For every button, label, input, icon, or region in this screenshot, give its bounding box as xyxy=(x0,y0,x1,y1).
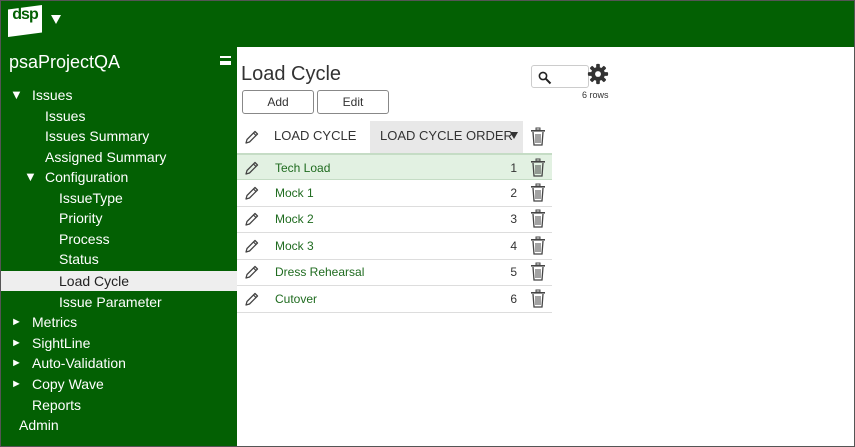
table-row[interactable]: Cutover 6 xyxy=(237,286,552,313)
table-row[interactable]: Tech Load 1 xyxy=(237,153,552,180)
sidebar-item-label: IssueType xyxy=(59,190,123,206)
expand-right-icon: ► xyxy=(11,357,22,369)
pencil-icon xyxy=(245,130,259,144)
sidebar-item-label: Reports xyxy=(32,397,82,413)
edit-button[interactable]: Edit xyxy=(317,90,389,114)
expand-right-icon: ► xyxy=(11,316,22,328)
sidebar-item-label: Auto-Validation xyxy=(32,355,126,371)
pencil-icon[interactable] xyxy=(244,291,260,307)
sidebar-item-label: Admin xyxy=(19,417,59,433)
sidebar-item-status[interactable]: Status xyxy=(1,249,237,269)
main-content: Load Cycle Add Edit 6 rows LOAD CYCLE LO… xyxy=(237,47,854,446)
sidebar-item-process[interactable]: Process xyxy=(1,229,237,249)
sidebar-item-label: Copy Wave xyxy=(32,376,104,392)
app-window: dsp psaProjectQA ▼ Issues Issues Issues … xyxy=(0,0,855,447)
trash-icon[interactable] xyxy=(530,158,546,177)
trash-icon[interactable] xyxy=(530,289,546,308)
hamburger-menu-icon[interactable] xyxy=(220,56,231,65)
sidebar-item-load-cycle[interactable]: Load Cycle xyxy=(1,271,237,291)
trash-icon[interactable] xyxy=(530,127,546,146)
table-row[interactable]: Mock 1 2 xyxy=(237,180,552,207)
add-button[interactable]: Add xyxy=(242,90,314,114)
pencil-icon[interactable] xyxy=(244,264,260,280)
load-cycle-name[interactable]: Cutover xyxy=(275,286,317,312)
load-cycle-order: 4 xyxy=(510,238,517,253)
sidebar-item-issues-summary[interactable]: Issues Summary xyxy=(1,126,237,146)
load-cycle-order: 1 xyxy=(510,161,517,175)
top-bar: dsp xyxy=(1,1,854,47)
expand-down-icon: ▼ xyxy=(10,87,23,102)
sidebar-item-configuration[interactable]: ▼ Configuration xyxy=(1,167,237,187)
gear-icon[interactable] xyxy=(587,63,609,85)
trash-icon[interactable] xyxy=(530,262,546,281)
sidebar-item-issue-parameter[interactable]: Issue Parameter xyxy=(1,292,237,312)
app-menu-caret-icon[interactable] xyxy=(51,15,61,24)
trash-icon[interactable] xyxy=(530,236,546,255)
sidebar-item-sightline[interactable]: ► SightLine xyxy=(1,333,237,353)
search-icon xyxy=(538,71,552,85)
project-title: psaProjectQA xyxy=(9,52,121,72)
expand-right-icon: ► xyxy=(11,337,22,349)
page-title: Load Cycle xyxy=(241,63,342,85)
sidebar-item-label: Process xyxy=(59,231,110,247)
sidebar-item-priority[interactable]: Priority xyxy=(1,208,237,228)
load-cycle-name[interactable]: Mock 2 xyxy=(275,206,314,232)
sidebar-item-metrics[interactable]: ► Metrics xyxy=(1,312,237,332)
search-input[interactable] xyxy=(531,65,589,88)
sidebar-item-label: Assigned Summary xyxy=(45,149,167,165)
sidebar-item-label: Issues xyxy=(45,108,86,124)
load-cycle-name[interactable]: Mock 1 xyxy=(275,180,314,206)
sidebar: psaProjectQA ▼ Issues Issues Issues Summ… xyxy=(1,47,237,446)
load-cycle-name[interactable]: Mock 3 xyxy=(275,233,314,259)
load-cycle-order: 2 xyxy=(510,185,517,200)
sidebar-item-assigned-summary[interactable]: Assigned Summary xyxy=(1,147,237,167)
expand-right-icon: ► xyxy=(11,378,22,390)
sort-desc-icon xyxy=(510,132,518,139)
load-cycle-order: 5 xyxy=(510,265,517,279)
sidebar-item-copy-wave[interactable]: ► Copy Wave xyxy=(1,374,237,394)
pencil-icon[interactable] xyxy=(244,160,260,176)
sidebar-item-label: Load Cycle xyxy=(59,273,130,289)
table-row[interactable]: Dress Rehearsal 5 xyxy=(237,259,552,286)
sidebar-item-label: Priority xyxy=(59,210,103,226)
sidebar-item-label: Metrics xyxy=(32,314,78,330)
sidebar-item-label: Issues xyxy=(32,87,73,103)
column-header-load-cycle[interactable]: LOAD CYCLE xyxy=(274,121,356,153)
sidebar-item-label: SightLine xyxy=(32,335,91,351)
sidebar-item-admin[interactable]: Admin xyxy=(1,415,237,435)
table-row[interactable]: Mock 2 3 xyxy=(237,206,552,233)
table-header: LOAD CYCLE LOAD CYCLE ORDER xyxy=(237,121,557,153)
trash-icon[interactable] xyxy=(530,183,546,202)
pencil-icon[interactable] xyxy=(244,211,260,227)
sidebar-item-label: Issue Parameter xyxy=(59,294,162,310)
sidebar-item-issuetype[interactable]: IssueType xyxy=(1,188,237,208)
pencil-icon[interactable] xyxy=(244,238,260,254)
sidebar-item-label: Configuration xyxy=(45,169,129,185)
trash-icon[interactable] xyxy=(530,209,546,228)
rows-count: 6 rows xyxy=(582,90,609,100)
sidebar-item-label: Status xyxy=(59,251,99,267)
load-cycle-order: 3 xyxy=(510,212,517,226)
sidebar-item-reports[interactable]: Reports xyxy=(1,395,237,415)
load-cycle-name[interactable]: Tech Load xyxy=(275,155,330,181)
sidebar-item-label: Issues Summary xyxy=(45,128,150,144)
sidebar-item-auto-validation[interactable]: ► Auto-Validation xyxy=(1,353,237,373)
column-header-label: LOAD CYCLE ORDER xyxy=(380,128,513,143)
pencil-icon[interactable] xyxy=(244,185,260,201)
logo-text: dsp xyxy=(12,6,38,23)
load-cycle-order: 6 xyxy=(510,291,517,306)
sidebar-item-issues-list[interactable]: Issues xyxy=(1,106,237,126)
load-cycle-name[interactable]: Dress Rehearsal xyxy=(275,259,364,285)
table-row[interactable]: Mock 3 4 xyxy=(237,233,552,260)
expand-down-icon: ▼ xyxy=(24,169,37,184)
sidebar-item-issues[interactable]: ▼ Issues xyxy=(1,85,237,105)
column-header-load-cycle-order[interactable]: LOAD CYCLE ORDER xyxy=(370,121,523,153)
